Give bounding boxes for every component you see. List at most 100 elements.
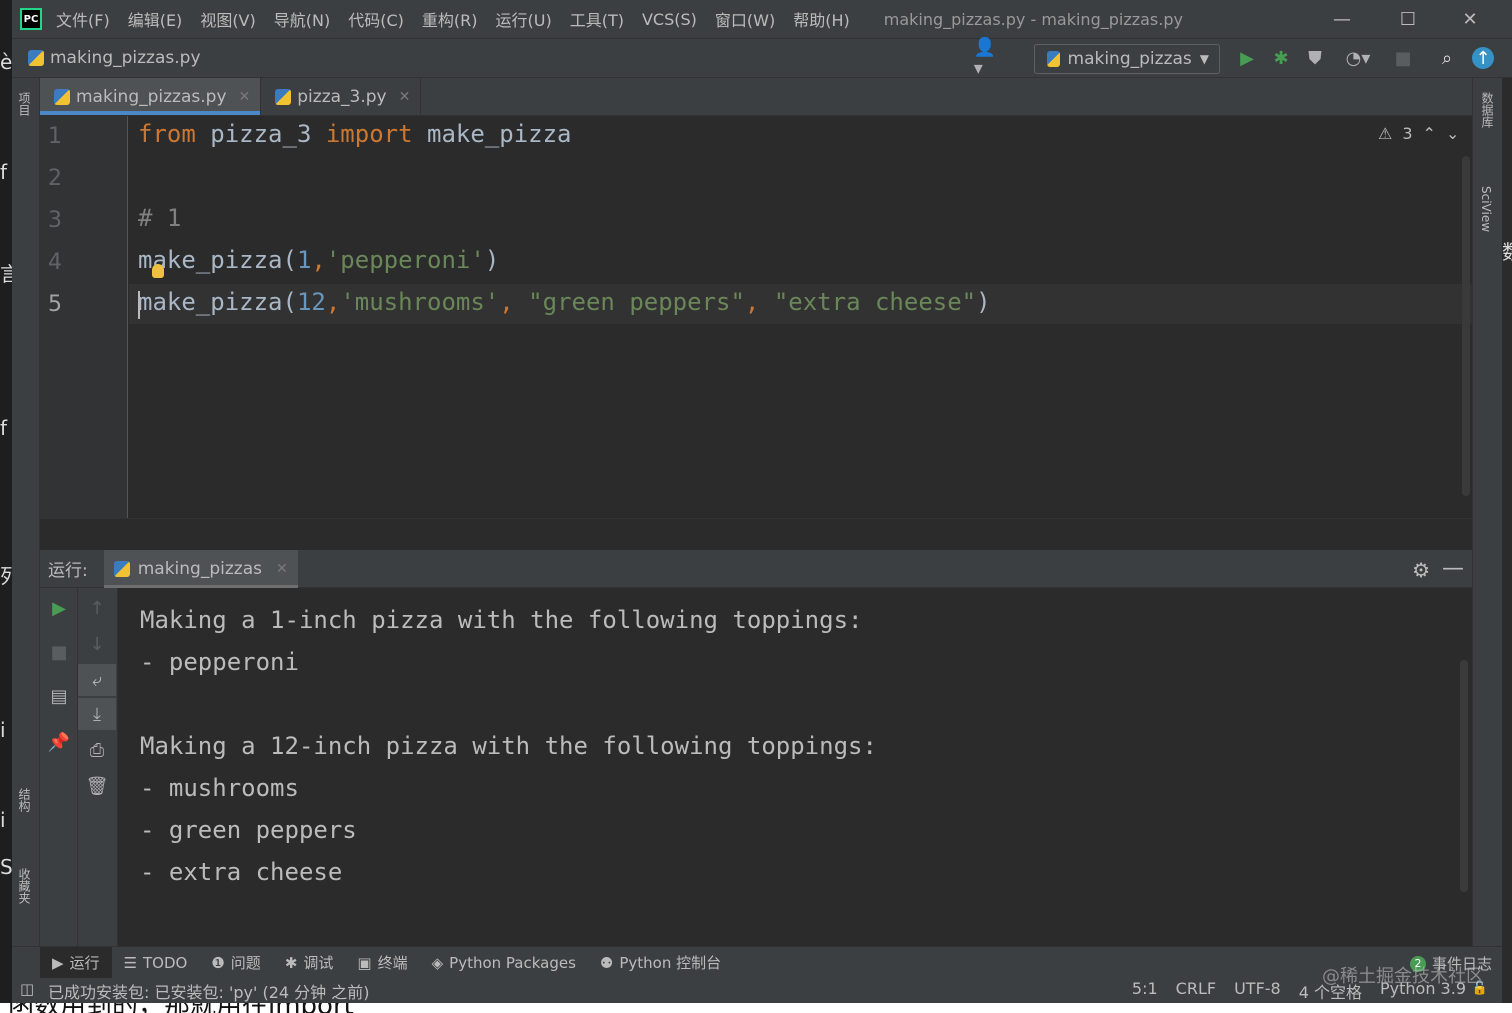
maximize-button[interactable]: ☐	[1380, 0, 1436, 38]
trash-icon[interactable]: 🗑	[78, 770, 116, 802]
project-tool-button[interactable]: 项目	[16, 92, 33, 116]
debug-button[interactable]: ✱	[1270, 47, 1292, 69]
breadcrumb[interactable]: making_pizzas.py	[28, 48, 201, 68]
menu-view[interactable]: 视图(V)	[200, 7, 255, 31]
run-configuration-label: making_pizzas	[1067, 49, 1192, 69]
code-token: 'mushrooms'	[340, 288, 500, 316]
coverage-button[interactable]: ⛊	[1304, 47, 1326, 69]
console-scrollbar[interactable]	[1460, 660, 1468, 892]
background-char: f	[0, 160, 8, 184]
stop-button[interactable]: ■	[1392, 47, 1414, 69]
code-editor[interactable]: 1 2 3 4 5 from pizza_3 import make_pizza…	[40, 116, 1472, 518]
line-ending[interactable]: CRLF	[1176, 979, 1216, 1003]
code-token: )	[976, 288, 991, 316]
menu-navigate[interactable]: 导航(N)	[274, 7, 330, 31]
code-token: import	[325, 120, 413, 148]
console-line: - pepperoni	[140, 648, 299, 676]
menu-code[interactable]: 代码(C)	[348, 7, 404, 31]
code-line: # 1	[138, 204, 181, 232]
editor-scrollbar[interactable]	[1462, 156, 1470, 496]
chevron-down-icon[interactable]: ⌄	[1446, 124, 1459, 143]
update-icon[interactable]: ↑	[1472, 47, 1494, 69]
structure-tool-button[interactable]: 结构	[16, 788, 33, 812]
close-button[interactable]: ✕	[1442, 0, 1498, 38]
gear-icon[interactable]: ⚙	[1412, 558, 1430, 582]
menu-file[interactable]: 文件(F)	[56, 7, 110, 31]
close-icon[interactable]: ✕	[239, 89, 251, 105]
status-message[interactable]: 已成功安装包: 已安装包: 'py' (24 分钟 之前)	[48, 979, 369, 1003]
tool-tab-label: 终端	[377, 954, 408, 972]
scroll-to-end-icon[interactable]: ⤓	[78, 698, 116, 730]
print-icon[interactable]: ⎙	[78, 734, 116, 766]
code-token: make_pizza	[412, 120, 572, 148]
lightbulb-icon[interactable]	[152, 264, 164, 278]
inspection-widget[interactable]: ⚠ 3 ⌃ ⌄	[1378, 124, 1459, 143]
soft-wrap-icon[interactable]: ⤶	[78, 664, 116, 696]
profile-button[interactable]: ◔▾	[1338, 47, 1378, 69]
tool-tab[interactable]: ▣ 终端	[345, 947, 419, 979]
database-tool-button[interactable]: 数据库	[1479, 92, 1496, 128]
tool-tab-label: Python 控制台	[619, 954, 722, 972]
tab-pizza-3[interactable]: pizza_3.py ✕	[261, 78, 422, 115]
arrow-up-icon[interactable]: ↑	[78, 592, 116, 624]
status-bar: ◫ 已成功安装包: 已安装包: 'py' (24 分钟 之前) 5:1 CRLF…	[12, 978, 1502, 1003]
tool-tab[interactable]: ❶ 问题	[199, 947, 272, 979]
tab-label: making_pizzas.py	[76, 86, 227, 107]
warnings-count: 3	[1402, 124, 1413, 143]
menu-run[interactable]: 运行(U)	[496, 7, 552, 31]
code-token: # 1	[138, 204, 182, 232]
right-tool-window-bar: 数据库 SciView	[1472, 78, 1502, 946]
code-token: "extra cheese"	[773, 288, 977, 316]
user-icon[interactable]: 👤▾	[974, 37, 996, 79]
tool-tab[interactable]: ☰ TODO	[112, 947, 200, 979]
menu-tools[interactable]: 工具(T)	[570, 7, 624, 31]
layout-toggle-icon[interactable]: ◫	[20, 980, 34, 998]
tool-tab[interactable]: ▶ 运行	[40, 946, 112, 979]
warning-icon: ⚠	[1378, 124, 1393, 143]
close-icon[interactable]: ✕	[276, 561, 288, 577]
code-token: 12	[296, 288, 326, 316]
chevron-up-icon[interactable]: ⌃	[1423, 124, 1436, 143]
background-char: i	[0, 718, 6, 742]
menu-help[interactable]: 帮助(H)	[793, 7, 850, 31]
tool-tab[interactable]: ⚉ Python 控制台	[588, 947, 733, 979]
menu-edit[interactable]: 编辑(E)	[128, 7, 183, 31]
tool-tab[interactable]: ◈ Python Packages	[420, 947, 588, 979]
menu-vcs[interactable]: VCS(S)	[642, 10, 697, 29]
code-token: ,	[325, 288, 341, 316]
stop-icon[interactable]: ■	[40, 636, 78, 668]
window-title: making_pizzas.py - making_pizzas.py	[883, 9, 1183, 29]
run-panel-header: 运行: making_pizzas ✕ ⚙ —	[40, 549, 1472, 588]
rerun-icon[interactable]: ▶	[40, 592, 78, 624]
caret-position[interactable]: 5:1	[1132, 979, 1158, 1003]
menu-window[interactable]: 窗口(W)	[715, 7, 775, 31]
arrow-down-icon[interactable]: ↓	[78, 628, 116, 660]
minimize-panel-icon[interactable]: —	[1442, 556, 1464, 581]
sciview-tool-button[interactable]: SciView	[1479, 186, 1493, 232]
background-text: 函数用到的，那就用往import	[8, 1003, 354, 1013]
run-button[interactable]: ▶	[1236, 47, 1258, 69]
run-configuration-select[interactable]: making_pizzas ▼	[1034, 44, 1220, 74]
search-button[interactable]: ⌕	[1436, 47, 1458, 69]
run-panel-label: 运行:	[48, 561, 88, 581]
pycharm-logo-icon: PC	[20, 8, 42, 30]
tab-label: pizza_3.py	[297, 86, 387, 107]
console-output[interactable]: Making a 1-inch pizza with the following…	[118, 588, 1472, 946]
close-icon[interactable]: ✕	[399, 89, 411, 105]
bookmarks-tool-button[interactable]: 收藏夹	[16, 868, 33, 904]
panel-splitter[interactable]	[40, 518, 1472, 550]
code-line: make_pizza(12,'mushrooms', "green pepper…	[138, 288, 991, 316]
run-tab[interactable]: making_pizzas ✕	[103, 549, 298, 588]
console-line: - green peppers	[140, 816, 357, 844]
tool-tab[interactable]: ✱ 调试	[273, 947, 346, 979]
minimize-button[interactable]: —	[1314, 0, 1370, 38]
layout-icon[interactable]: ▤	[40, 680, 78, 712]
file-encoding[interactable]: UTF-8	[1234, 979, 1281, 1003]
play-icon: ▶	[52, 953, 64, 972]
tab-making-pizzas[interactable]: making_pizzas.py ✕	[40, 78, 262, 115]
pin-icon[interactable]: 📌	[40, 726, 78, 758]
menu-refactor[interactable]: 重构(R)	[422, 7, 478, 31]
line-number: 1	[48, 124, 62, 149]
layers-icon: ◈	[431, 953, 444, 972]
left-tool-window-bar: 项目 结构 收藏夹	[12, 78, 40, 946]
